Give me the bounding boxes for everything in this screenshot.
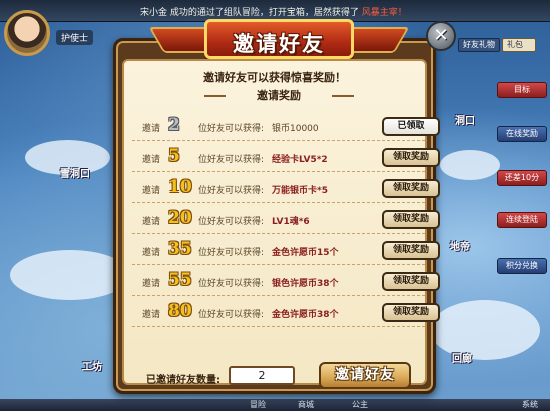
- player-name: 护使士: [56, 30, 94, 45]
- points-exchange-button[interactable]: 积分兑换: [497, 258, 547, 274]
- cloud: [430, 300, 540, 360]
- cloud: [10, 250, 130, 300]
- announce-highlight: 风暴主宰！: [361, 8, 407, 18]
- friend-count: 5: [168, 146, 180, 166]
- bottom-tab-system[interactable]: 系统: [522, 399, 538, 411]
- login-streak-button[interactable]: 连续登陆: [497, 212, 547, 228]
- countdown-button[interactable]: 还差10分: [497, 170, 547, 186]
- map-label[interactable]: 洞口: [455, 112, 475, 127]
- reward-row: 邀请 35 位好友可以获得: 金色许愿币15个 领取奖励: [132, 237, 440, 265]
- claim-reward-button[interactable]: 领取奖励: [382, 179, 440, 198]
- reward-row: 邀请 80 位好友可以获得: 金色许愿币38个 领取奖励: [132, 299, 440, 327]
- reward-text: LV1魂*6: [272, 217, 310, 227]
- friend-count: 2: [168, 115, 180, 135]
- row-prefix: 邀请: [142, 155, 161, 165]
- online-reward-button[interactable]: 在线奖励: [497, 126, 547, 142]
- invited-count-label: 已邀请好友数量:: [146, 375, 220, 386]
- row-mid-text: 位好友可以获得:: [198, 155, 265, 165]
- reward-row: 邀请 55 位好友可以获得: 银色许愿币38个 领取奖励: [132, 268, 440, 296]
- row-mid-text: 位好友可以获得:: [198, 217, 265, 227]
- row-prefix: 邀请: [142, 248, 161, 258]
- map-label[interactable]: 雪洞口: [60, 165, 90, 180]
- row-mid-text: 位好友可以获得:: [198, 186, 265, 196]
- row-prefix: 邀请: [142, 124, 161, 134]
- row-mid-text: 位好友可以获得:: [198, 248, 265, 258]
- bottom-tab-adventure[interactable]: 冒险: [250, 399, 266, 411]
- bottom-bar: [0, 399, 550, 411]
- announce-player: 宋小金: [140, 8, 168, 18]
- invite-friends-button[interactable]: 邀请好友: [319, 362, 411, 389]
- map-label[interactable]: 回廊: [452, 350, 472, 365]
- gift-select[interactable]: 礼包: [502, 38, 536, 52]
- dialog-body: 邀请好友可以获得惊喜奖励！ 邀请奖励 邀请 2 位好友可以获得: 银币10000…: [122, 59, 440, 389]
- announce-body: 成功的通过了组队冒险，打开宝箱，居然获得了: [169, 8, 359, 18]
- reward-text: 金色许愿币15个: [272, 248, 339, 258]
- row-prefix: 邀请: [142, 186, 161, 196]
- row-prefix: 邀请: [142, 279, 161, 289]
- row-mid-text: 位好友可以获得:: [198, 124, 265, 134]
- reward-text: 经验卡LV5*2: [272, 155, 328, 165]
- friend-gift-tab[interactable]: 好友礼物: [458, 38, 500, 52]
- cloud: [440, 150, 500, 180]
- reward-text: 银色许愿币38个: [272, 279, 339, 289]
- dialog-subtitle: 邀请好友可以获得惊喜奖励！: [203, 71, 346, 84]
- reward-row: 邀请 20 位好友可以获得: LV1魂*6 领取奖励: [132, 206, 440, 234]
- row-prefix: 邀请: [142, 310, 161, 320]
- player-avatar[interactable]: [4, 10, 50, 56]
- friend-count: 55: [168, 270, 192, 290]
- claim-reward-button[interactable]: 领取奖励: [382, 303, 440, 322]
- reward-row: 邀请 10 位好友可以获得: 万能银币卡*5 领取奖励: [132, 175, 440, 203]
- target-button[interactable]: 目标: [497, 82, 547, 98]
- reward-row: 邀请 2 位好友可以获得: 银币10000 已领取: [132, 113, 440, 141]
- reward-text: 万能银币卡*5: [272, 186, 328, 196]
- friend-count: 80: [168, 301, 192, 321]
- claimed-button[interactable]: 已领取: [382, 117, 440, 136]
- section-title: 邀请奖励: [204, 87, 354, 105]
- invite-friends-dialog: 邀请好友 ✕ 邀请好友可以获得惊喜奖励！ 邀请奖励 邀请 2 位好友可以获得: …: [113, 19, 456, 394]
- close-button[interactable]: ✕: [426, 21, 456, 51]
- friend-count: 10: [168, 177, 192, 197]
- title-banner: 邀请好友: [204, 19, 354, 59]
- claim-reward-button[interactable]: 领取奖励: [382, 148, 440, 167]
- map-label[interactable]: 地帝: [450, 238, 470, 253]
- reward-text: 银币10000: [272, 124, 319, 134]
- bottom-tab-princess[interactable]: 公主: [352, 399, 368, 411]
- invited-count-field: 2: [229, 366, 295, 385]
- reward-row: 邀请 5 位好友可以获得: 经验卡LV5*2 领取奖励: [132, 144, 440, 172]
- row-prefix: 邀请: [142, 217, 161, 227]
- map-label[interactable]: 工坊: [82, 358, 102, 373]
- bottom-tab-shop[interactable]: 商城: [298, 399, 314, 411]
- friend-count: 20: [168, 208, 192, 228]
- dialog-title: 邀请好友: [233, 31, 325, 56]
- claim-reward-button[interactable]: 领取奖励: [382, 241, 440, 260]
- row-mid-text: 位好友可以获得:: [198, 279, 265, 289]
- friend-count: 35: [168, 239, 192, 259]
- announcement-text: 宋小金 成功的通过了组队冒险，打开宝箱，居然获得了 风暴主宰！: [140, 5, 407, 18]
- row-mid-text: 位好友可以获得:: [198, 310, 265, 320]
- claim-reward-button[interactable]: 领取奖励: [382, 210, 440, 229]
- reward-text: 金色许愿币38个: [272, 310, 339, 320]
- claim-reward-button[interactable]: 领取奖励: [382, 272, 440, 291]
